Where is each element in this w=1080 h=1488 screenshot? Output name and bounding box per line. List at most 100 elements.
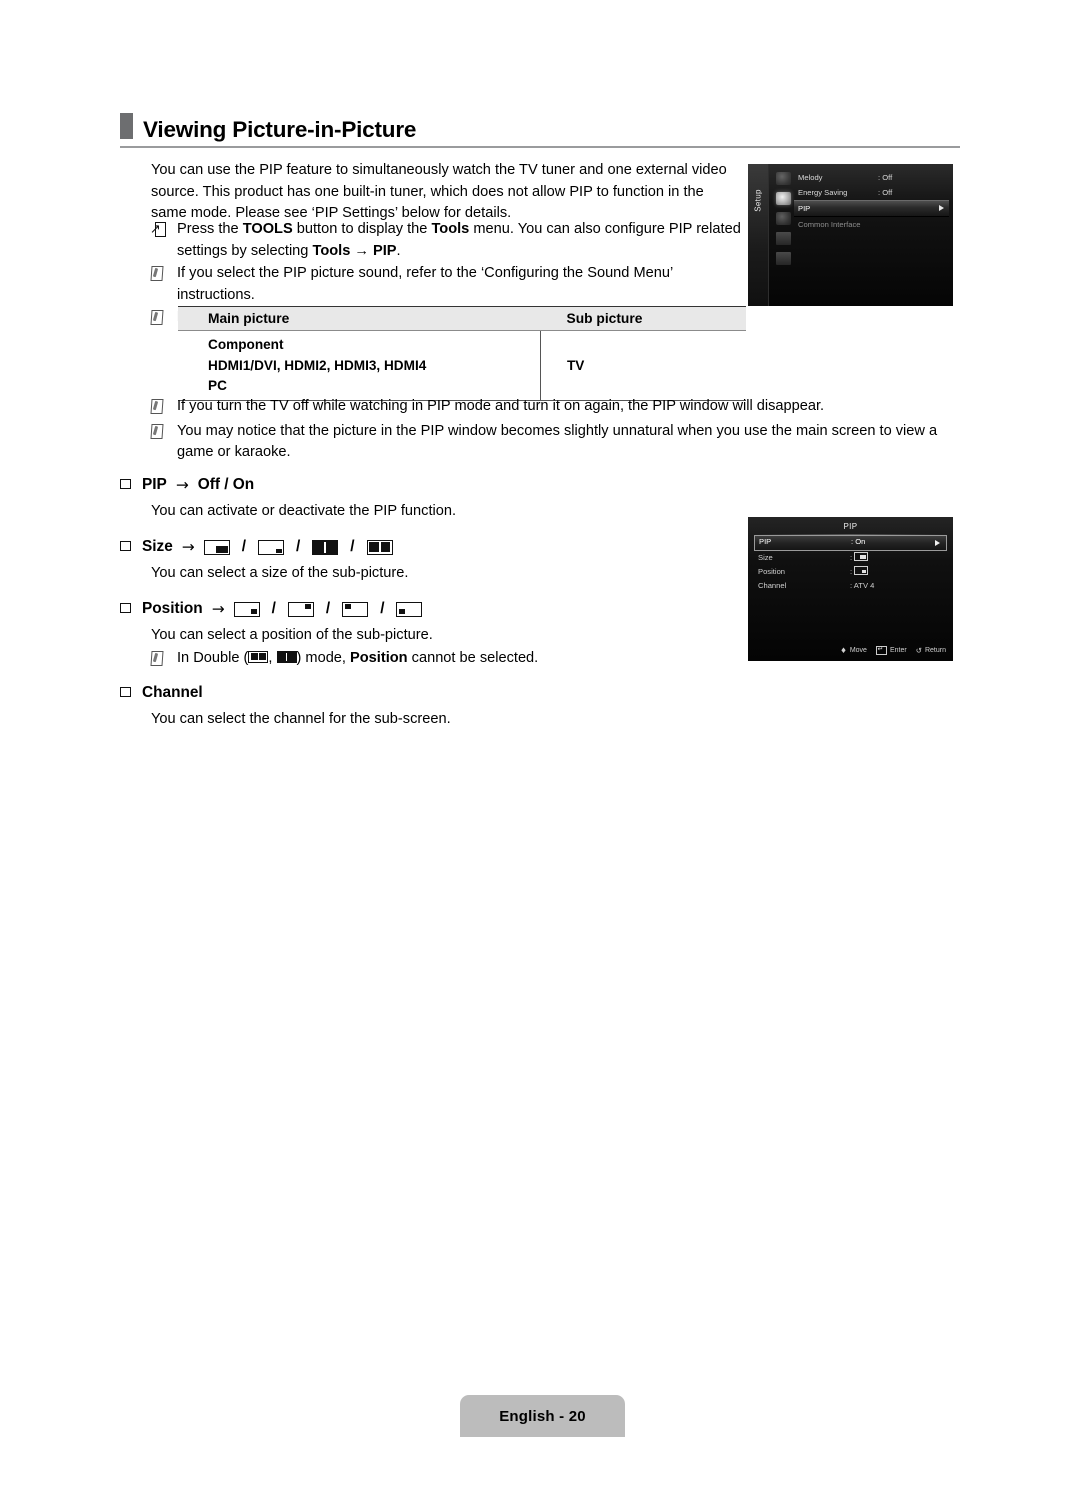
bullet-box-icon — [120, 479, 133, 491]
note-tools-text: Press the TOOLS button to display the To… — [177, 221, 741, 259]
osd-setup-rail: Setup — [748, 164, 769, 306]
tools-icon — [151, 221, 177, 243]
osd-row-melody: Melody : Off — [794, 170, 949, 185]
osd-row-common-interface: Common Interface — [794, 217, 949, 232]
size-large-sub-icon — [854, 552, 869, 561]
option-size-description: You can select a size of the sub-picture… — [151, 565, 409, 581]
position-top-left-icon — [342, 601, 369, 617]
size-double-icon — [248, 650, 269, 663]
osd-footer-move: ♦ Move — [840, 646, 867, 655]
manual-page: Viewing Picture-in-Picture You can use t… — [0, 0, 1080, 1488]
position-bottom-left-icon — [396, 601, 423, 617]
osd-row-value: : — [850, 565, 869, 579]
page-title-block: Viewing Picture-in-Picture — [120, 113, 960, 148]
option-pip-title: PIP — [142, 476, 167, 493]
option-size: Size → / / / You can select a size of th… — [120, 537, 740, 585]
option-position-note: In Double (, ) mode, Position cannot be … — [151, 648, 740, 672]
osd-row-value: : ATV 4 — [850, 581, 875, 590]
pip-settings-table: Main picture Sub picture Component HDMI1… — [178, 306, 746, 401]
position-top-right-icon — [287, 601, 314, 617]
separator: / — [325, 600, 331, 617]
note-icon — [151, 398, 177, 420]
osd-row-energy-saving: Energy Saving : Off — [794, 185, 949, 200]
option-position-heading: Position → / / / — [120, 599, 740, 619]
osd-row-position: Position : — [754, 565, 947, 579]
size-double-wide-icon — [312, 539, 339, 555]
intro-paragraph: You can use the PIP feature to simultane… — [151, 162, 727, 221]
option-position-description: You can select a position of the sub-pic… — [151, 627, 433, 643]
note-unnatural-picture: You may notice that the picture in the P… — [151, 421, 961, 464]
note-icon — [151, 309, 177, 331]
separator: / — [271, 600, 276, 617]
note-unnatural-picture-text: You may notice that the picture in the P… — [177, 422, 938, 461]
table-header-row: Main picture Sub picture — [178, 306, 746, 331]
note-power-off-text: If you turn the TV off while watching in… — [177, 398, 825, 414]
separator: / — [350, 538, 355, 555]
option-channel: Channel You can select the channel for t… — [120, 683, 740, 731]
chevron-right-icon — [935, 539, 940, 546]
main-picture-item: HDMI1/DVI, HDMI2, HDMI3, HDMI4 — [208, 357, 427, 373]
option-size-title: Size — [142, 538, 173, 555]
application-icon — [775, 252, 791, 265]
main-picture-item: PC — [208, 378, 227, 393]
note-sound: If you select the PIP picture sound, ref… — [151, 263, 751, 306]
option-size-heading: Size → / / / — [120, 537, 740, 557]
main-picture-item: Component — [208, 337, 284, 352]
osd-pip-rows: PIP : On Size : Position : Channel : ATV… — [754, 535, 947, 593]
bullet-box-icon — [120, 603, 133, 615]
osd-pip-footer: ♦Move Enter ↺Return — [840, 645, 946, 655]
osd-row-label: Channel — [758, 581, 787, 590]
note-icon — [151, 265, 177, 287]
arrow-icon: → — [175, 476, 189, 494]
osd-row-channel: Channel : ATV 4 — [754, 579, 947, 593]
option-position: Position → / / / You can select a positi… — [120, 599, 740, 671]
main-picture-cell: Component HDMI1/DVI, HDMI2, HDMI3, HDMI4… — [178, 330, 541, 401]
osd-row-size: Size : — [754, 551, 947, 565]
title-marker — [120, 113, 133, 139]
input-icon — [775, 212, 791, 225]
osd-row-label: Size — [758, 553, 773, 562]
gear-icon — [775, 192, 791, 205]
osd-row-label: Common Interface — [798, 220, 861, 229]
osd-row-label: PIP — [798, 204, 811, 213]
chevron-right-icon — [939, 205, 944, 211]
option-pip-description: You can activate or deactivate the PIP f… — [151, 503, 457, 519]
osd-pip-title: PIP — [843, 522, 858, 531]
osd-setup-icon-column — [771, 172, 795, 272]
osd-row-pip: PIP — [794, 200, 949, 217]
support-icon — [775, 232, 791, 245]
picture-icon — [775, 172, 791, 185]
note-power-off: If you turn the TV off while watching in… — [151, 396, 961, 420]
sub-picture-cell: TV — [540, 330, 746, 401]
option-channel-description: You can select the channel for the sub-s… — [151, 711, 451, 727]
separator: / — [295, 538, 301, 555]
option-position-note-text: In Double (, ) mode, Position cannot be … — [177, 649, 539, 666]
osd-row-value: : — [850, 551, 869, 565]
note-icon — [151, 650, 177, 672]
osd-footer-return: ↺ Return — [915, 646, 946, 655]
note-tools: Press the TOOLS button to display the To… — [151, 219, 751, 262]
return-icon: ↺ — [915, 646, 922, 655]
separator: / — [241, 538, 246, 555]
osd-pip-menu-screenshot: PIP PIP : On Size : Position : Channel :… — [748, 517, 953, 661]
option-channel-title: Channel — [142, 684, 203, 701]
osd-row-label: PIP — [759, 537, 772, 546]
page-title: Viewing Picture-in-Picture — [143, 116, 417, 142]
option-position-title: Position — [142, 600, 203, 617]
osd-setup-rows: Melody : Off Energy Saving : Off PIP Com… — [794, 170, 949, 232]
osd-setup-menu-screenshot: Setup Melody : Off Energy Saving : Off P… — [748, 164, 953, 306]
osd-row-pip: PIP : On — [754, 535, 947, 551]
osd-row-value: : On — [851, 537, 866, 546]
osd-row-label: Melody — [798, 173, 823, 182]
option-pip: PIP → Off / On You can activate or deact… — [120, 475, 740, 523]
size-small-sub-icon — [257, 539, 284, 555]
size-double-icon — [366, 539, 393, 555]
option-pip-heading: PIP → Off / On — [120, 475, 740, 495]
position-bottom-right-icon — [854, 566, 869, 575]
column-header-sub-picture: Sub picture — [540, 306, 746, 331]
osd-setup-rail-label: Setup — [753, 189, 763, 212]
arrow-icon: → — [181, 538, 195, 556]
page-footer: English - 20 — [460, 1395, 625, 1437]
osd-row-label: Energy Saving — [798, 188, 848, 197]
title-divider — [120, 146, 960, 148]
